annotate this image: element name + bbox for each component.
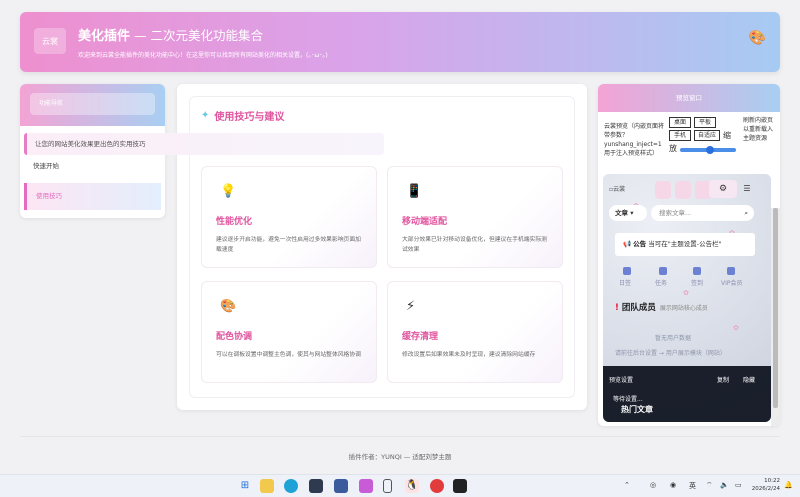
preview-screen[interactable]: ✿ ✿ ✿ ✿ ▫云裳 ⚙ ☰ 文章 ▾ 搜索文章...⌕ 📢 公告 当可在"主… xyxy=(603,174,771,422)
preview-window: 预览窗口 云裳预览（内嵌页面将带参数？yunshang_inject=1用于注入… xyxy=(598,84,780,426)
hot-articles-heading: 热门文章 xyxy=(621,405,653,414)
app-icon[interactable] xyxy=(309,479,323,493)
preview-refresh-note: 刷新内嵌页以重新载入主题资源 xyxy=(743,117,774,142)
qq-icon[interactable]: 🐧 xyxy=(405,479,419,493)
chevron-up-icon[interactable]: ⌃ xyxy=(624,481,630,489)
app-icon[interactable] xyxy=(334,479,348,493)
tip-banner: 让您的网站美化效果更出色的实用技巧 xyxy=(24,133,384,155)
search-input[interactable]: 搜索文章... ⌕ xyxy=(651,205,754,221)
taskbar: ⊞ 🐧 ⌃ ◎ ◉ 英 ⌔ 🔈 ▭ 10:22 2026/2/24 🔔 xyxy=(0,474,800,497)
copy-button[interactable]: 复制 xyxy=(717,375,729,384)
calendar-icon[interactable] xyxy=(623,267,631,275)
card-desc: 建议逐步开启功能，避免一次性启用过多效果影响页面加载速度 xyxy=(216,237,361,253)
category-select[interactable]: 文章 ▾ xyxy=(609,205,647,221)
notice-bar: 📢 公告 当可在"主题设置-公告栏" xyxy=(615,233,755,256)
sidebar-item-quickstart[interactable]: 快速开始 xyxy=(20,153,165,180)
lightning-icon: ⚡ xyxy=(406,299,416,314)
sidebar-heading: 功能导航 xyxy=(30,93,155,115)
device-tablet-button[interactable]: 平板 xyxy=(694,117,716,128)
device-adaptive-button[interactable]: 自适应 xyxy=(694,130,720,141)
quick-icons: 日签 任务 签到 VIP会员 xyxy=(617,265,757,291)
language-indicator[interactable]: 英 xyxy=(689,481,696,491)
wifi-icon[interactable]: ⌔ xyxy=(706,481,713,490)
card-desc: 可以在调板设置中调整主色调，使其与网站整体风格协调 xyxy=(216,352,361,358)
card-desc: 大部分效果已针对移动设备优化，但建议在手机端实际测试效果 xyxy=(402,237,547,253)
tray-icon[interactable]: ◎ xyxy=(650,481,656,489)
app-icon[interactable] xyxy=(359,479,373,493)
music-icon[interactable] xyxy=(430,479,444,493)
card-mobile: 📱 移动端适配 大部分效果已针对移动设备优化，但建议在手机端实际测试效果 xyxy=(387,166,563,268)
checkin-icon[interactable] xyxy=(693,267,701,275)
shrink-label: 缩 xyxy=(723,131,731,140)
task-icon[interactable] xyxy=(659,267,667,275)
volume-icon[interactable]: 🔈 xyxy=(720,481,729,489)
sparkle-icon: ✦ xyxy=(201,110,210,121)
header-description: 欢迎来到云裳全能插件的美化功能中心！在这里你可以找到所有网站美化的相关设置。(｡… xyxy=(78,52,328,59)
card-title: 缓存清理 xyxy=(402,332,439,342)
card-title: 配色协调 xyxy=(216,332,253,342)
sidebar-header: 功能导航 xyxy=(20,84,165,126)
palette-icon: 🎨 xyxy=(220,299,237,314)
app-icon[interactable] xyxy=(453,479,467,493)
device-phone-button[interactable]: 手机 xyxy=(669,130,691,141)
section-title-text: 使用技巧与建议 xyxy=(214,112,285,123)
clock[interactable]: 10:22 2026/2/24 xyxy=(752,477,780,493)
card-performance: 💡 性能优化 建议逐步开启功能，避免一次性启用过多效果影响页面加载速度 xyxy=(201,166,377,268)
preview-settings-overlay: 预览设置 复制 隐藏 等待设置... 热门文章 xyxy=(603,366,771,422)
megaphone-icon: 📢 xyxy=(623,240,632,248)
preview-note: 云裳预览（内嵌页面将带参数？yunshang_inject=1用于注入预览样式） xyxy=(604,123,665,157)
mobile-icon: 📱 xyxy=(406,184,423,199)
card-title: 移动端适配 xyxy=(402,217,448,227)
team-heading: ! 团队成员 展示网站核心成员 xyxy=(615,303,708,313)
phone-icon[interactable] xyxy=(383,479,392,493)
start-icon[interactable]: ⊞ xyxy=(238,479,252,493)
page-title: 美化插件 — 二次元美化功能集合 xyxy=(78,25,263,44)
broken-image: ▫云裳 xyxy=(609,186,626,193)
zoom-label: 放 xyxy=(669,144,677,153)
footer-divider xyxy=(20,436,780,437)
hide-button[interactable]: 隐藏 xyxy=(743,375,755,384)
preview-button[interactable] xyxy=(675,181,691,199)
device-desktop-button[interactable]: 桌面 xyxy=(669,117,691,128)
title-sub: — 二次元美化功能集合 xyxy=(130,28,263,43)
snowflake-icon: ✿ xyxy=(733,324,739,332)
gear-icon[interactable]: ⚙ xyxy=(709,180,737,198)
palette-icon: 🎨 xyxy=(748,30,766,46)
overlay-title: 预览设置 xyxy=(609,377,634,384)
footer-text: 插件作者：YUNQI — 适配刘梦主题 xyxy=(348,453,452,461)
overlay-status: 等待设置... xyxy=(613,396,643,403)
edge-icon[interactable] xyxy=(284,479,298,493)
sidebar-item-tips[interactable]: 使用技巧 xyxy=(24,183,161,210)
hint-text: 请前往后台设置 → 用户展示模块（网站） xyxy=(615,350,726,357)
notification-icon[interactable]: 🔔 xyxy=(784,481,793,489)
card-title: 性能优化 xyxy=(216,217,253,227)
card-colors: 🎨 配色协调 可以在调板设置中调整主色调，使其与网站整体风格协调 xyxy=(201,281,377,383)
lightbulb-icon: 💡 xyxy=(220,184,237,199)
logo: 云裳 xyxy=(34,28,66,54)
card-desc: 修改设置后如果效果未及时呈现，建议清除网站缓存 xyxy=(402,352,536,358)
vip-icon[interactable] xyxy=(727,267,735,275)
scrollbar-thumb[interactable] xyxy=(773,208,778,408)
preview-scrollbar[interactable] xyxy=(771,208,780,426)
zoom-slider[interactable] xyxy=(680,146,736,154)
card-cache: ⚡ 缓存清理 修改设置后如果效果未及时呈现，建议清除网站缓存 xyxy=(387,281,563,383)
folder-icon[interactable] xyxy=(260,479,274,493)
zoom-slider-thumb[interactable] xyxy=(706,146,715,154)
no-data-text: 暂无用户数据 xyxy=(655,335,692,342)
page-header: 云裳 美化插件 — 二次元美化功能集合 欢迎来到云裳全能插件的美化功能中心！在这… xyxy=(20,12,780,72)
search-icon: ⌕ xyxy=(744,209,748,217)
preview-button[interactable] xyxy=(655,181,671,199)
tray-icon[interactable]: ◉ xyxy=(670,481,676,489)
section-title: ✦ 使用技巧与建议 xyxy=(201,108,284,123)
title-main: 美化插件 xyxy=(78,29,131,44)
menu-icon[interactable]: ☰ xyxy=(740,180,754,198)
battery-icon[interactable]: ▭ xyxy=(735,481,742,489)
alert-icon: ! xyxy=(615,303,619,313)
preview-title: 预览窗口 xyxy=(598,84,780,112)
